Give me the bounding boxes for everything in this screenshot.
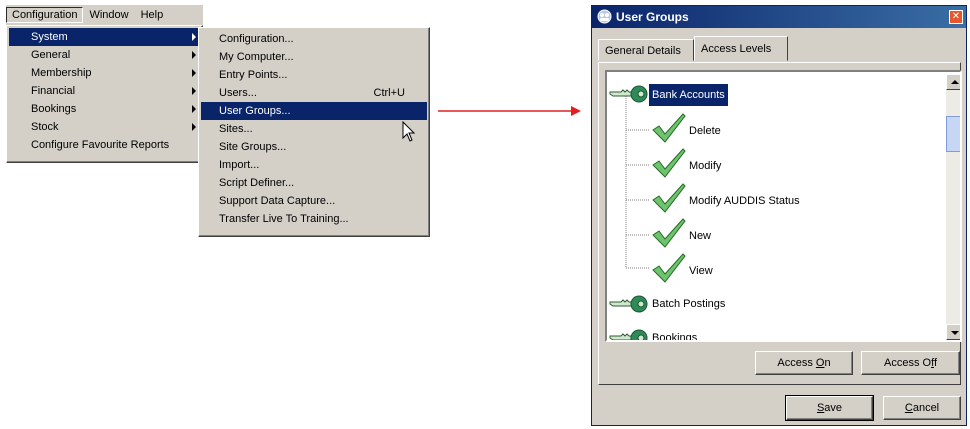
dialog-titlebar[interactable]: User Groups ✕ — [592, 6, 966, 28]
menu-item-label: Users... — [219, 87, 257, 99]
menu-item-entry-points[interactable]: Entry Points... — [201, 66, 427, 84]
scroll-thumb[interactable] — [946, 116, 960, 152]
submenu-arrow-icon — [192, 123, 196, 131]
app-icon — [597, 9, 612, 24]
menu-item-label: Configure Favourite Reports — [31, 139, 170, 151]
menu-item-label: Bookings — [31, 103, 77, 115]
tree-item-label: New — [689, 230, 712, 242]
menu-item-label: Membership — [31, 67, 92, 79]
checkmark-icon — [652, 218, 686, 248]
tree-scrollbar[interactable] — [946, 74, 960, 340]
menu-item-general[interactable]: General — [9, 46, 200, 64]
system-submenu: Configuration... My Computer... Entry Po… — [198, 27, 430, 237]
tree-item-label: Bookings — [652, 332, 698, 342]
submenu-arrow-icon — [192, 87, 196, 95]
button-mnemonic: C — [904, 402, 913, 414]
shortcut-text: Ctrl+U — [373, 87, 405, 99]
menu-window[interactable]: Window — [83, 7, 134, 23]
scroll-down-button[interactable] — [946, 324, 960, 340]
tree-item-label: View — [689, 265, 713, 277]
button-label: Access O — [884, 357, 932, 369]
menu-item-label: Financial — [31, 85, 76, 97]
dialog-title: User Groups — [616, 10, 689, 24]
submenu-arrow-icon — [192, 33, 196, 41]
menu-item-user-groups[interactable]: User Groups... — [201, 102, 427, 120]
tree-item-label: Batch Postings — [652, 298, 726, 310]
tree-item-label: Delete — [689, 125, 721, 137]
menu-item-site-groups[interactable]: Site Groups... — [201, 138, 427, 156]
menu-item-script-definer[interactable]: Script Definer... — [201, 174, 427, 192]
menu-item-label: Stock — [31, 121, 59, 133]
key-icon — [609, 295, 648, 313]
checkmark-icon — [652, 253, 686, 283]
user-groups-dialog: User Groups ✕ General Details Access Lev… — [591, 5, 967, 426]
tree-item-label: Modify AUDDIS Status — [689, 195, 800, 207]
menu-item-users[interactable]: Users... Ctrl+U — [201, 84, 427, 102]
menu-item-system[interactable]: System — [9, 28, 200, 46]
menu-item-support-data-capture[interactable]: Support Data Capture... — [201, 192, 427, 210]
tab-access-levels[interactable]: Access Levels — [694, 36, 788, 61]
menu-item-transfer-live-to-training[interactable]: Transfer Live To Training... — [201, 210, 427, 228]
menu-item-stock[interactable]: Stock — [9, 118, 200, 136]
menu-item-configure-favourite-reports[interactable]: Configure Favourite Reports — [9, 136, 200, 154]
menu-configuration[interactable]: Configuration — [6, 7, 84, 23]
menu-item-label: System — [31, 31, 68, 43]
tree-item-label: Modify — [689, 160, 722, 172]
tab-general-details[interactable]: General Details — [598, 39, 694, 61]
menu-item-membership[interactable]: Membership — [9, 64, 200, 82]
checkmark-icon — [652, 183, 686, 213]
menu-help[interactable]: Help — [135, 7, 170, 23]
access-off-button[interactable]: Access Off — [861, 351, 960, 375]
menu-item-configuration[interactable]: Configuration... — [201, 30, 427, 48]
menu-item-label: General — [31, 49, 71, 61]
save-button[interactable]: Save — [785, 395, 874, 421]
mouse-cursor-icon — [402, 121, 416, 142]
arrow-up-icon — [951, 80, 959, 84]
menu-item-sites[interactable]: Sites... — [201, 120, 427, 138]
button-label: Access — [777, 357, 816, 369]
arrow-down-icon — [951, 331, 959, 335]
menu-item-my-computer[interactable]: My Computer... — [201, 48, 427, 66]
menu-item-financial[interactable]: Financial — [9, 82, 200, 100]
close-button[interactable]: ✕ — [949, 10, 963, 24]
key-icon — [609, 329, 648, 340]
tree-item-label: Bank Accounts — [648, 83, 729, 107]
button-label: f — [933, 357, 937, 369]
menu-item-import[interactable]: Import... — [201, 156, 427, 174]
close-icon: ✕ — [951, 11, 961, 22]
menu-bar: Configuration Window Help — [6, 5, 203, 25]
menu-item-bookings[interactable]: Bookings — [9, 100, 200, 118]
connector-arrow-icon — [438, 106, 581, 116]
submenu-arrow-icon — [192, 69, 196, 77]
configuration-menu: System General Membership Financial Book… — [6, 25, 203, 163]
checkmark-icon — [652, 113, 686, 143]
button-label: n — [824, 357, 831, 369]
access-on-button[interactable]: Access On — [755, 351, 853, 375]
scroll-up-button[interactable] — [946, 74, 960, 90]
button-label: ave — [824, 402, 843, 414]
submenu-arrow-icon — [192, 51, 196, 59]
checkmark-icon — [652, 148, 686, 178]
access-tree[interactable]: Bank Accounts Delete Modify Modify AUDDI… — [605, 70, 962, 342]
cancel-button[interactable]: Cancel — [883, 396, 961, 420]
submenu-arrow-icon — [192, 105, 196, 113]
button-label: ancel — [912, 402, 940, 414]
key-icon — [609, 85, 648, 103]
